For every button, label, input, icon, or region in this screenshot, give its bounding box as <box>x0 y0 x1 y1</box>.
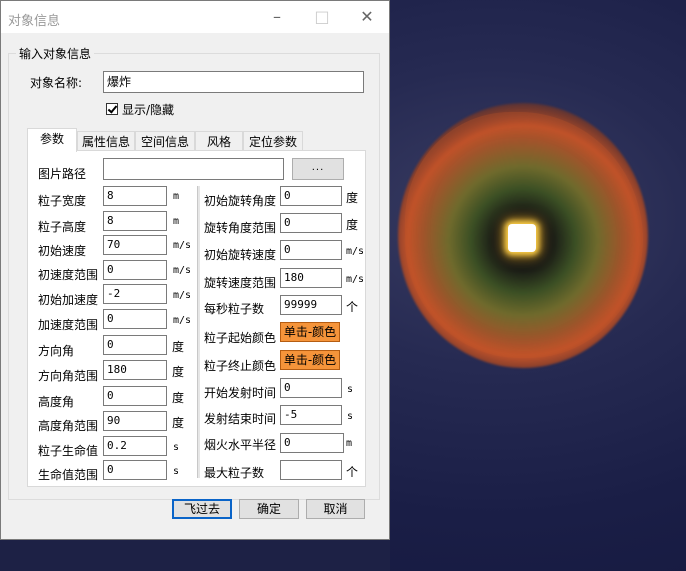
fly-to-button[interactable]: 飞过去 <box>172 499 232 519</box>
initial-accel-label: 初始加速度 <box>38 293 99 307</box>
tab-location[interactable]: 定位参数 <box>243 131 303 151</box>
max-particles-unit: 个 <box>346 465 359 479</box>
window-title: 对象信息 <box>8 14 61 29</box>
firework-radius-unit: m <box>346 438 353 449</box>
tab-style-label: 风格 <box>206 135 231 149</box>
particle-height-unit: m <box>173 216 180 227</box>
initial-speed-input[interactable]: 70 <box>103 235 167 255</box>
emit-start-time-label: 开始发射时间 <box>204 386 277 400</box>
particle-height-input[interactable]: 8 <box>103 211 167 231</box>
particles-per-second-label: 每秒粒子数 <box>204 302 265 316</box>
particle-width-input[interactable]: 8 <box>103 186 167 206</box>
particles-per-second-input[interactable]: 99999 <box>280 295 342 315</box>
end-color-button[interactable]: 单击-颜色 <box>280 350 340 370</box>
particle-width-label: 粒子宽度 <box>38 194 87 208</box>
firework-radius-input[interactable]: 0 <box>280 433 344 453</box>
particle-height-label: 粒子高度 <box>38 220 87 234</box>
visibility-label: 显示/隐藏 <box>122 103 175 117</box>
elevation-angle-label: 高度角 <box>38 395 75 409</box>
image-path-input[interactable] <box>103 158 284 180</box>
elevation-angle-unit: 度 <box>172 391 185 405</box>
minimize-icon[interactable]: – <box>267 7 287 27</box>
rotation-speed-range-label: 旋转速度范围 <box>204 276 277 290</box>
initial-rotation-speed-input[interactable]: 0 <box>280 240 342 260</box>
initial-speed-label: 初始速度 <box>38 244 87 258</box>
emit-end-time-label: 发射结束时间 <box>204 412 277 426</box>
group-label: 输入对象信息 <box>16 45 95 62</box>
max-particles-label: 最大粒子数 <box>204 466 265 480</box>
direction-angle-unit: 度 <box>172 340 185 354</box>
accel-range-unit: m/s <box>173 315 192 326</box>
tab-spatial[interactable]: 空间信息 <box>135 131 195 151</box>
browse-button[interactable]: ... <box>292 158 344 180</box>
firework-radius-label: 烟火水平半径 <box>204 438 277 452</box>
tab-params[interactable]: 参数 <box>27 128 77 152</box>
tab-location-label: 定位参数 <box>248 135 297 149</box>
tab-spatial-label: 空间信息 <box>140 135 189 149</box>
direction-angle-label: 方向角 <box>38 344 75 358</box>
accel-range-input[interactable]: 0 <box>103 309 167 329</box>
lifetime-label: 粒子生命值 <box>38 444 99 458</box>
tab-style[interactable]: 风格 <box>195 131 243 151</box>
initial-speed-unit: m/s <box>173 240 192 251</box>
column-divider <box>197 186 200 478</box>
direction-range-unit: 度 <box>172 365 185 379</box>
close-icon[interactable]: ✕ <box>357 7 377 27</box>
initial-rotation-angle-input[interactable]: 0 <box>280 186 342 206</box>
emit-start-time-input[interactable]: 0 <box>280 378 342 398</box>
tab-attributes[interactable]: 属性信息 <box>77 131 135 151</box>
lifetime-range-label: 生命值范围 <box>38 468 99 482</box>
speed-range-input[interactable]: 0 <box>103 260 167 280</box>
lifetime-unit: s <box>173 442 180 453</box>
lifetime-range-input[interactable]: 0 <box>103 460 167 480</box>
object-name-input[interactable]: 爆炸 <box>103 71 364 93</box>
particle-width-unit: m <box>173 191 180 202</box>
rotation-angle-range-unit: 度 <box>346 218 359 232</box>
rotation-speed-range-unit: m/s <box>346 274 365 285</box>
initial-rotation-angle-unit: 度 <box>346 191 359 205</box>
speed-range-unit: m/s <box>173 265 192 276</box>
tab-attributes-label: 属性信息 <box>81 135 130 149</box>
tab-params-label: 参数 <box>39 132 64 146</box>
lifetime-input[interactable]: 0.2 <box>103 436 167 456</box>
rotation-angle-range-label: 旋转角度范围 <box>204 221 277 235</box>
visibility-checkbox[interactable] <box>106 103 118 115</box>
direction-range-input[interactable]: 180 <box>103 360 167 380</box>
max-particles-input[interactable] <box>280 460 342 480</box>
ok-button[interactable]: 确定 <box>239 499 299 519</box>
initial-rotation-speed-label: 初始旋转速度 <box>204 248 277 262</box>
speed-range-label: 初速度范围 <box>38 268 99 282</box>
emit-end-time-unit: s <box>347 411 354 422</box>
initial-accel-input[interactable]: -2 <box>103 284 167 304</box>
initial-rotation-speed-unit: m/s <box>346 246 365 257</box>
direction-range-label: 方向角范围 <box>38 369 99 383</box>
particles-per-second-unit: 个 <box>346 300 359 314</box>
initial-rotation-angle-label: 初始旋转角度 <box>204 194 277 208</box>
start-color-label: 粒子起始颜色 <box>204 331 277 345</box>
viewport-bottom <box>0 540 390 571</box>
start-color-button[interactable]: 单击-颜色 <box>280 322 340 342</box>
elevation-range-input[interactable]: 90 <box>103 411 167 431</box>
direction-angle-input[interactable]: 0 <box>103 335 167 355</box>
elevation-angle-input[interactable]: 0 <box>103 386 167 406</box>
elevation-range-unit: 度 <box>172 416 185 430</box>
image-path-label: 图片路径 <box>38 167 87 181</box>
end-color-label: 粒子终止颜色 <box>204 359 277 373</box>
emit-end-time-input[interactable]: -5 <box>280 405 342 425</box>
lifetime-range-unit: s <box>173 466 180 477</box>
elevation-range-label: 高度角范围 <box>38 419 99 433</box>
accel-range-label: 加速度范围 <box>38 318 99 332</box>
title-bar[interactable]: 对象信息 – □ ✕ <box>1 1 389 33</box>
initial-accel-unit: m/s <box>173 290 192 301</box>
maximize-icon[interactable]: □ <box>312 7 332 27</box>
object-name-label: 对象名称: <box>30 76 83 90</box>
explosion-core <box>508 224 536 252</box>
emit-start-time-unit: s <box>347 384 354 395</box>
cancel-button[interactable]: 取消 <box>306 499 365 519</box>
rotation-speed-range-input[interactable]: 180 <box>280 268 342 288</box>
rotation-angle-range-input[interactable]: 0 <box>280 213 342 233</box>
